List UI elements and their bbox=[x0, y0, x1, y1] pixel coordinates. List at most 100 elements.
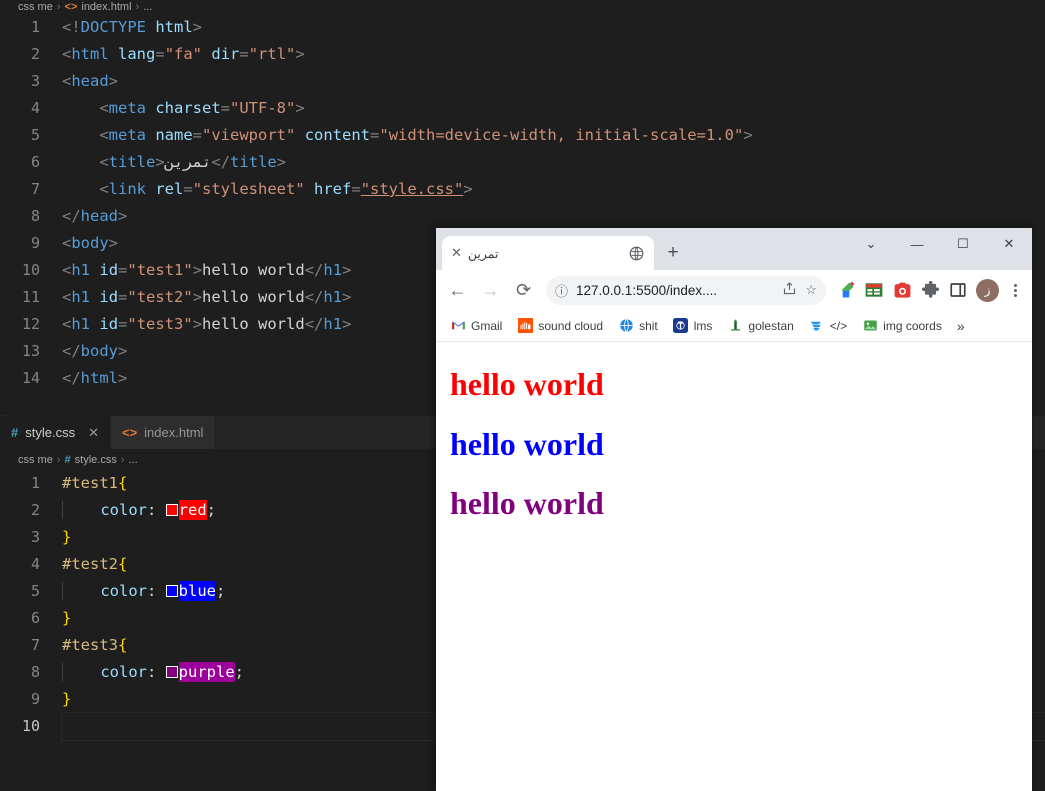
code-line-text[interactable]: </head> bbox=[62, 203, 1045, 230]
code-token: < bbox=[62, 45, 72, 63]
line-number: 3 bbox=[30, 528, 40, 546]
close-icon[interactable]: ✕ bbox=[451, 245, 462, 261]
code-token: < bbox=[62, 288, 72, 306]
code-line-text[interactable]: <link rel="stylesheet" href="style.css"> bbox=[62, 176, 1045, 203]
css-color-value[interactable]: purple bbox=[178, 662, 235, 682]
close-icon[interactable]: ✕ bbox=[88, 426, 99, 439]
editor-tab-index-html[interactable]: <> index.html bbox=[110, 416, 216, 449]
code-line[interactable]: 5 <meta name="viewport" content="width=d… bbox=[0, 122, 1045, 149]
minimize-button[interactable]: — bbox=[894, 228, 940, 260]
code-token: > bbox=[342, 288, 352, 306]
bookmark-star-icon[interactable]: ☆ bbox=[805, 282, 817, 298]
css-color-value[interactable]: red bbox=[178, 500, 207, 520]
code-line[interactable]: 8 </head> bbox=[0, 203, 1045, 230]
line-number: 2 bbox=[30, 501, 40, 519]
editor-tab-label: index.html bbox=[144, 425, 204, 440]
code-token: = bbox=[183, 180, 193, 198]
address-bar-url[interactable]: 127.0.0.1:5500/index.... bbox=[576, 283, 774, 298]
code-token: { bbox=[118, 636, 128, 654]
bookmark-gmail[interactable]: Gmail bbox=[444, 315, 508, 337]
profile-avatar[interactable]: ز bbox=[976, 278, 999, 302]
code-line-text[interactable]: <meta name="viewport" content="width=dev… bbox=[62, 122, 1045, 149]
code-token: "test3" bbox=[127, 315, 193, 333]
back-button[interactable]: ← bbox=[442, 275, 473, 306]
code-line[interactable]: 4 <meta charset="UTF-8"> bbox=[0, 95, 1045, 122]
screenshot-camera-icon[interactable] bbox=[889, 277, 915, 303]
maximize-button[interactable]: ☐ bbox=[940, 228, 986, 260]
address-bar[interactable]: ⓘ 127.0.0.1:5500/index.... ☆ bbox=[546, 275, 826, 305]
side-panel-icon[interactable] bbox=[945, 277, 971, 303]
color-swatch-icon[interactable] bbox=[165, 585, 178, 597]
browser-menu-button[interactable] bbox=[1004, 283, 1026, 297]
line-number: 1 bbox=[30, 18, 40, 36]
code-token: = bbox=[192, 126, 203, 144]
breadcrumb-more[interactable]: ... bbox=[143, 0, 152, 14]
line-number: 6 bbox=[30, 609, 40, 627]
code-token: head bbox=[71, 72, 109, 90]
code-line[interactable]: 6 <title>تمرین</title> bbox=[0, 149, 1045, 176]
site-info-icon[interactable]: ⓘ bbox=[555, 281, 568, 300]
breadcrumb-html[interactable]: css me › <> index.html › ... bbox=[0, 0, 1045, 14]
code-line-text[interactable]: <!DOCTYPE html> bbox=[62, 14, 1045, 41]
line-number: 4 bbox=[30, 555, 40, 573]
code-token: = bbox=[351, 180, 361, 198]
extensions-puzzle-icon[interactable] bbox=[917, 277, 943, 303]
code-token: } bbox=[62, 690, 72, 708]
code-line[interactable]: 7 <link rel="stylesheet" href="style.css… bbox=[0, 176, 1045, 203]
editor-tab-style-css[interactable]: # style.css ✕ bbox=[0, 416, 111, 449]
code-token: hello world bbox=[202, 261, 305, 279]
code-line[interactable]: 2 <html lang="fa" dir="rtl"> bbox=[0, 41, 1045, 68]
bookmarks-overflow-button[interactable]: » bbox=[951, 316, 971, 336]
code-line[interactable]: 3 <head> bbox=[0, 68, 1045, 95]
code-token: : bbox=[147, 663, 166, 681]
bookmark-img-coords[interactable]: img coords bbox=[856, 315, 948, 337]
code-line-text[interactable]: <html lang="fa" dir="rtl"> bbox=[62, 41, 1045, 68]
code-line-text[interactable]: <title>تمرین</title> bbox=[62, 149, 1045, 176]
line-number: 9 bbox=[30, 234, 40, 252]
color-swatch-icon[interactable] bbox=[165, 504, 178, 516]
browser-titlebar[interactable]: تمرین ✕ + ⌄ — ☐ ✕ bbox=[436, 228, 1032, 270]
bookmark--[interactable]: </> bbox=[803, 315, 853, 337]
share-icon[interactable] bbox=[782, 281, 797, 299]
code-token: = bbox=[220, 99, 231, 117]
breadcrumb-project[interactable]: css me bbox=[18, 0, 53, 14]
breadcrumb-file[interactable]: index.html bbox=[81, 0, 131, 14]
line-number: 8 bbox=[30, 207, 40, 225]
code-token: content bbox=[304, 126, 371, 144]
bookmark-sound-cloud[interactable]: sound cloud bbox=[511, 315, 609, 337]
code-line-text[interactable]: <head> bbox=[62, 68, 1045, 95]
breadcrumb-file-css[interactable]: style.css bbox=[75, 450, 117, 470]
bookmark-label: lms bbox=[693, 318, 713, 333]
code-line[interactable]: 1 <!DOCTYPE html> bbox=[0, 14, 1045, 41]
breadcrumb-separator: › bbox=[56, 1, 61, 13]
code-token: </ bbox=[62, 342, 81, 360]
color-swatch-icon[interactable] bbox=[165, 666, 178, 678]
bookmark-label: sound cloud bbox=[538, 318, 604, 333]
bookmark-lms[interactable]: lms bbox=[667, 315, 719, 337]
forward-button[interactable]: → bbox=[475, 275, 506, 306]
colorpick-eyedropper-icon[interactable] bbox=[833, 277, 859, 303]
breadcrumb-project-css[interactable]: css me bbox=[18, 450, 53, 470]
line-number: 9 bbox=[30, 690, 40, 708]
css-color-value[interactable]: blue bbox=[178, 581, 216, 601]
tab-search-icon[interactable]: ⌄ bbox=[848, 228, 894, 260]
code-token: #test1 bbox=[62, 474, 118, 492]
window-close-button[interactable]: ✕ bbox=[986, 228, 1032, 260]
new-tab-button[interactable]: + bbox=[658, 238, 688, 268]
bookmark-golestan[interactable]: golestan bbox=[721, 315, 799, 337]
reload-button[interactable]: ⟳ bbox=[508, 275, 539, 306]
code-token: hello world bbox=[202, 288, 305, 306]
soundcloud-icon bbox=[517, 318, 533, 334]
breadcrumb-more-css[interactable]: ... bbox=[129, 450, 138, 470]
spreadsheet-extension-icon[interactable] bbox=[861, 277, 887, 303]
bookmark-shit[interactable]: shit bbox=[612, 315, 664, 337]
code-line-text[interactable]: <meta charset="UTF-8"> bbox=[62, 95, 1045, 122]
code-token: id bbox=[99, 315, 119, 333]
browser-tab[interactable]: تمرین ✕ bbox=[442, 236, 654, 270]
